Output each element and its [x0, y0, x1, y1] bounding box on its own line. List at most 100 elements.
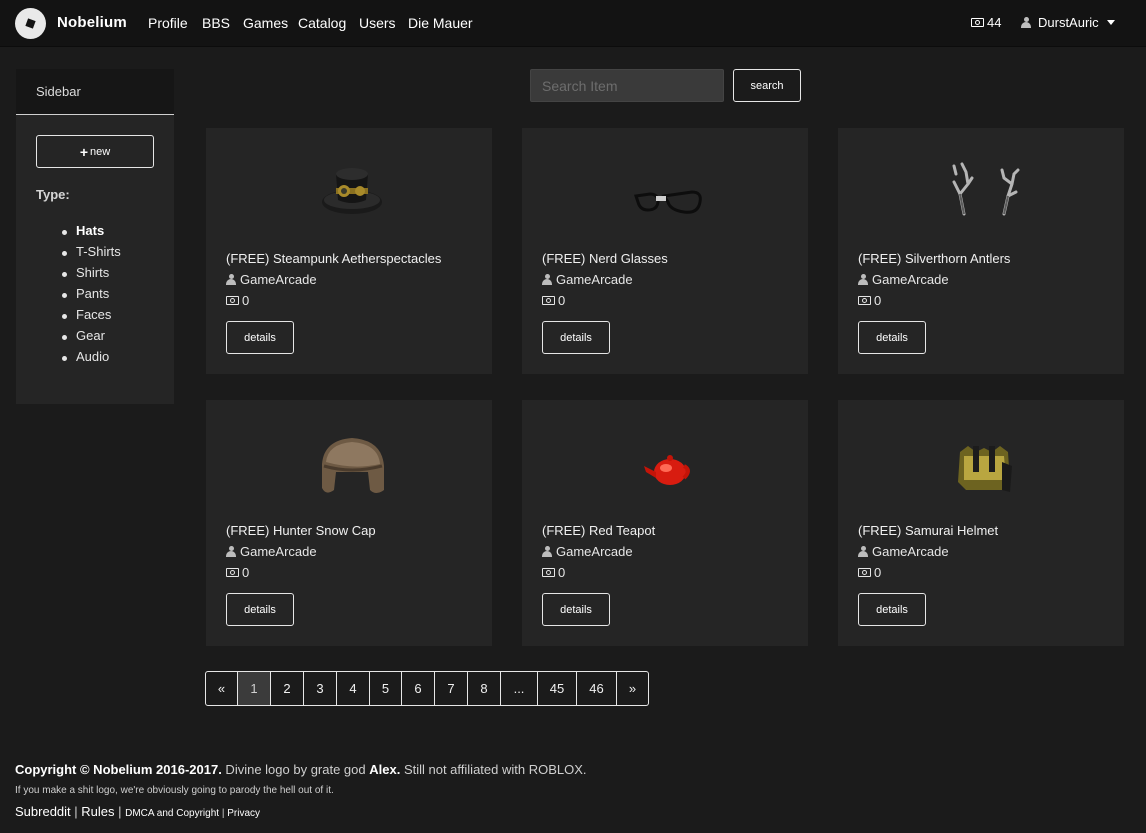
footer-copyright: Copyright © Nobelium 2016-2017. Divine l…	[15, 762, 587, 777]
item-title[interactable]: (FREE) Hunter Snow Cap	[226, 523, 376, 538]
currency-balance[interactable]: 44	[971, 15, 1001, 30]
money-icon	[858, 568, 871, 577]
page-prev-button[interactable]: «	[205, 671, 238, 706]
page-link-46[interactable]: 46	[577, 671, 617, 706]
catalog-item-card: (FREE) Red Teapot GameArcade 0 details	[522, 400, 808, 646]
nav-link-bbs[interactable]: BBS	[202, 15, 230, 31]
top-navbar: Nobelium Profile BBS Games Catalog Users…	[0, 0, 1146, 47]
catalog-item-card: (FREE) Hunter Snow Cap GameArcade 0 deta…	[206, 400, 492, 646]
separator: |	[70, 804, 82, 819]
page-link-6[interactable]: 6	[402, 671, 435, 706]
steampunk-hat-icon[interactable]	[314, 144, 390, 224]
catalog-item-card: (FREE) Samurai Helmet GameArcade 0 detai…	[838, 400, 1124, 646]
details-button[interactable]: details	[542, 593, 610, 626]
page-link-3[interactable]: 3	[304, 671, 337, 706]
separator: |	[114, 804, 126, 819]
snow-cap-icon[interactable]	[314, 416, 390, 496]
catalog-item-card: (FREE) Silverthorn Antlers GameArcade 0 …	[838, 128, 1124, 374]
catalog-item-card: (FREE) Steampunk Aetherspectacles GameAr…	[206, 128, 492, 374]
item-title[interactable]: (FREE) Red Teapot	[542, 523, 655, 538]
page-link-1[interactable]: 1	[238, 671, 271, 706]
user-icon	[226, 546, 236, 557]
footer-link-privacy[interactable]: Privacy	[227, 808, 260, 819]
footer-link-subreddit[interactable]: Subreddit	[15, 804, 71, 819]
nav-link-catalog[interactable]: Catalog	[298, 15, 346, 31]
user-icon	[858, 546, 868, 557]
footer-link-dmca[interactable]: DMCA and Copyright	[125, 808, 219, 819]
nav-link-profile[interactable]: Profile	[148, 15, 188, 31]
nav-link-games[interactable]: Games	[243, 15, 288, 31]
price-value: 0	[558, 293, 566, 308]
item-price: 0	[542, 293, 565, 308]
user-menu[interactable]: DurstAuric	[1021, 15, 1115, 30]
money-icon	[542, 568, 555, 577]
price-value: 0	[874, 565, 882, 580]
pagination: « 1 2 3 4 5 6 7 8 ... 45 46 »	[205, 671, 649, 706]
details-button[interactable]: details	[858, 321, 926, 354]
price-value: 0	[874, 293, 882, 308]
page-ellipsis: ...	[501, 671, 538, 706]
page-link-4[interactable]: 4	[337, 671, 370, 706]
antlers-icon[interactable]	[938, 144, 1030, 224]
type-filter-shirts[interactable]: Shirts	[62, 265, 121, 286]
type-filter-t-shirts[interactable]: T-Shirts	[62, 244, 121, 265]
item-price: 0	[226, 565, 249, 580]
type-filter-faces[interactable]: Faces	[62, 307, 121, 328]
details-button[interactable]: details	[858, 593, 926, 626]
money-icon	[971, 18, 984, 27]
creator-name: GameArcade	[556, 544, 633, 559]
page-link-2[interactable]: 2	[271, 671, 304, 706]
item-creator[interactable]: GameArcade	[542, 544, 633, 559]
item-price: 0	[542, 565, 565, 580]
details-button[interactable]: details	[226, 321, 294, 354]
samurai-helmet-icon[interactable]	[946, 416, 1022, 496]
user-icon	[542, 546, 552, 557]
teapot-icon[interactable]	[630, 416, 706, 496]
details-button[interactable]: details	[226, 593, 294, 626]
money-icon	[542, 296, 555, 305]
sidebar-title: Sidebar	[16, 69, 174, 115]
type-filter-hats[interactable]: Hats	[62, 223, 121, 244]
user-icon	[858, 274, 868, 285]
nav-link-die-mauer[interactable]: Die Mauer	[408, 15, 473, 31]
nerd-glasses-icon[interactable]	[630, 144, 706, 224]
item-price: 0	[858, 293, 881, 308]
price-value: 0	[558, 565, 566, 580]
footer-note: If you make a shit logo, we're obviously…	[15, 785, 334, 796]
type-filter-audio[interactable]: Audio	[62, 349, 121, 370]
nav-link-users[interactable]: Users	[359, 15, 396, 31]
new-item-button[interactable]: + new	[36, 135, 154, 168]
page-link-45[interactable]: 45	[538, 671, 577, 706]
nobelium-logo-icon[interactable]	[15, 8, 46, 39]
item-title[interactable]: (FREE) Nerd Glasses	[542, 251, 668, 266]
item-creator[interactable]: GameArcade	[858, 544, 949, 559]
footer-links: Subreddit | Rules | DMCA and Copyright |…	[15, 804, 260, 819]
item-creator[interactable]: GameArcade	[226, 544, 317, 559]
page-link-5[interactable]: 5	[370, 671, 402, 706]
user-icon	[542, 274, 552, 285]
footer-link-rules[interactable]: Rules	[81, 804, 114, 819]
page-link-7[interactable]: 7	[435, 671, 468, 706]
creator-name: GameArcade	[872, 544, 949, 559]
creator-name: GameArcade	[556, 272, 633, 287]
user-icon	[1021, 17, 1031, 28]
type-filter-gear[interactable]: Gear	[62, 328, 121, 349]
item-creator[interactable]: GameArcade	[226, 272, 317, 287]
item-creator[interactable]: GameArcade	[542, 272, 633, 287]
type-label: Type:	[36, 187, 70, 202]
details-button[interactable]: details	[542, 321, 610, 354]
creator-name: GameArcade	[240, 544, 317, 559]
page-next-button[interactable]: »	[617, 671, 649, 706]
item-title[interactable]: (FREE) Steampunk Aetherspectacles	[226, 251, 441, 266]
item-title[interactable]: (FREE) Samurai Helmet	[858, 523, 998, 538]
money-icon	[226, 568, 239, 577]
item-title[interactable]: (FREE) Silverthorn Antlers	[858, 251, 1010, 266]
page-link-8[interactable]: 8	[468, 671, 501, 706]
item-creator[interactable]: GameArcade	[858, 272, 949, 287]
search-button[interactable]: search	[733, 69, 801, 102]
copyright-text: Copyright © Nobelium 2016-2017.	[15, 762, 222, 777]
currency-amount: 44	[987, 15, 1002, 30]
search-input[interactable]	[530, 69, 724, 102]
brand-name[interactable]: Nobelium	[57, 14, 127, 31]
type-filter-pants[interactable]: Pants	[62, 286, 121, 307]
